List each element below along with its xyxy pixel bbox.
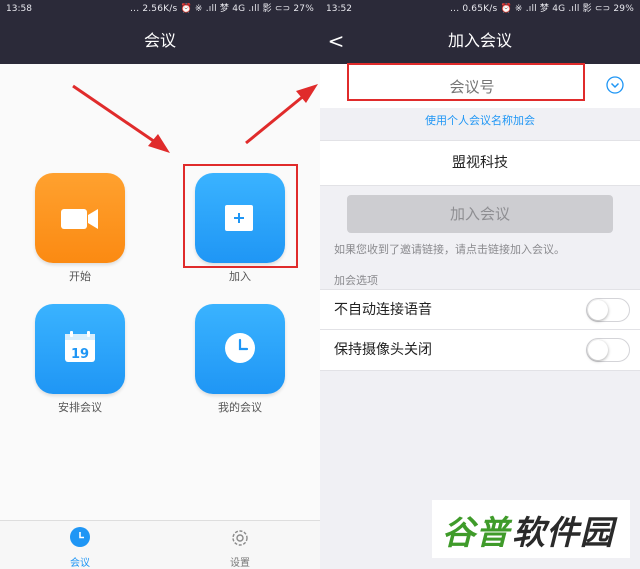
join-button[interactable]: 加入会议 (347, 195, 613, 233)
status-time: 13:52 (326, 4, 352, 14)
annotation-arrows (72, 84, 318, 153)
auto-audio-toggle[interactable] (586, 298, 630, 322)
name-row: 盟视科技 (320, 140, 640, 186)
option-label-audio: 不自动连接语音 (334, 302, 432, 318)
page-title: 加入会议 (447, 31, 512, 50)
camera-off-toggle[interactable] (586, 338, 630, 362)
annotation-highlight-meeting-id (347, 63, 585, 101)
status-indicators: ... 0.65K/s ⏰ ※ .ıll 梦 4G .ıll 影 ⊂⊃ 29% (450, 4, 634, 14)
options-header: 加会选项 (334, 274, 378, 287)
watermark-logo: 谷普 软件园 (432, 500, 630, 558)
status-bar: 13:52 ... 0.65K/s ⏰ ※ .ıll 梦 4G .ıll 影 ⊂… (320, 0, 640, 18)
option-row-audio: 不自动连接语音 (320, 289, 640, 330)
option-label-camera: 保持摄像头关闭 (334, 342, 432, 358)
watermark-part2: 软件园 (512, 513, 614, 552)
invite-link-hint: 如果您收到了邀请链接，请点击链接加入会议。 (334, 243, 565, 256)
watermark-part1: 谷普 (442, 513, 510, 552)
nav-bar: < 加入会议 (320, 18, 640, 64)
chevron-down-icon[interactable] (606, 76, 624, 94)
use-personal-name-link[interactable]: 使用个人会议名称加会 (320, 112, 640, 128)
name-field[interactable]: 盟视科技 (320, 141, 640, 185)
annotation-highlight-join (183, 164, 298, 268)
join-meeting-screen: 13:52 ... 0.65K/s ⏰ ※ .ıll 梦 4G .ıll 影 ⊂… (320, 0, 640, 569)
meetings-screen: 13:58 ... 2.56K/s ⏰ ※ .ıll 梦 4G .ıll 影 ⊂… (0, 0, 320, 569)
option-row-camera: 保持摄像头关闭 (320, 329, 640, 371)
